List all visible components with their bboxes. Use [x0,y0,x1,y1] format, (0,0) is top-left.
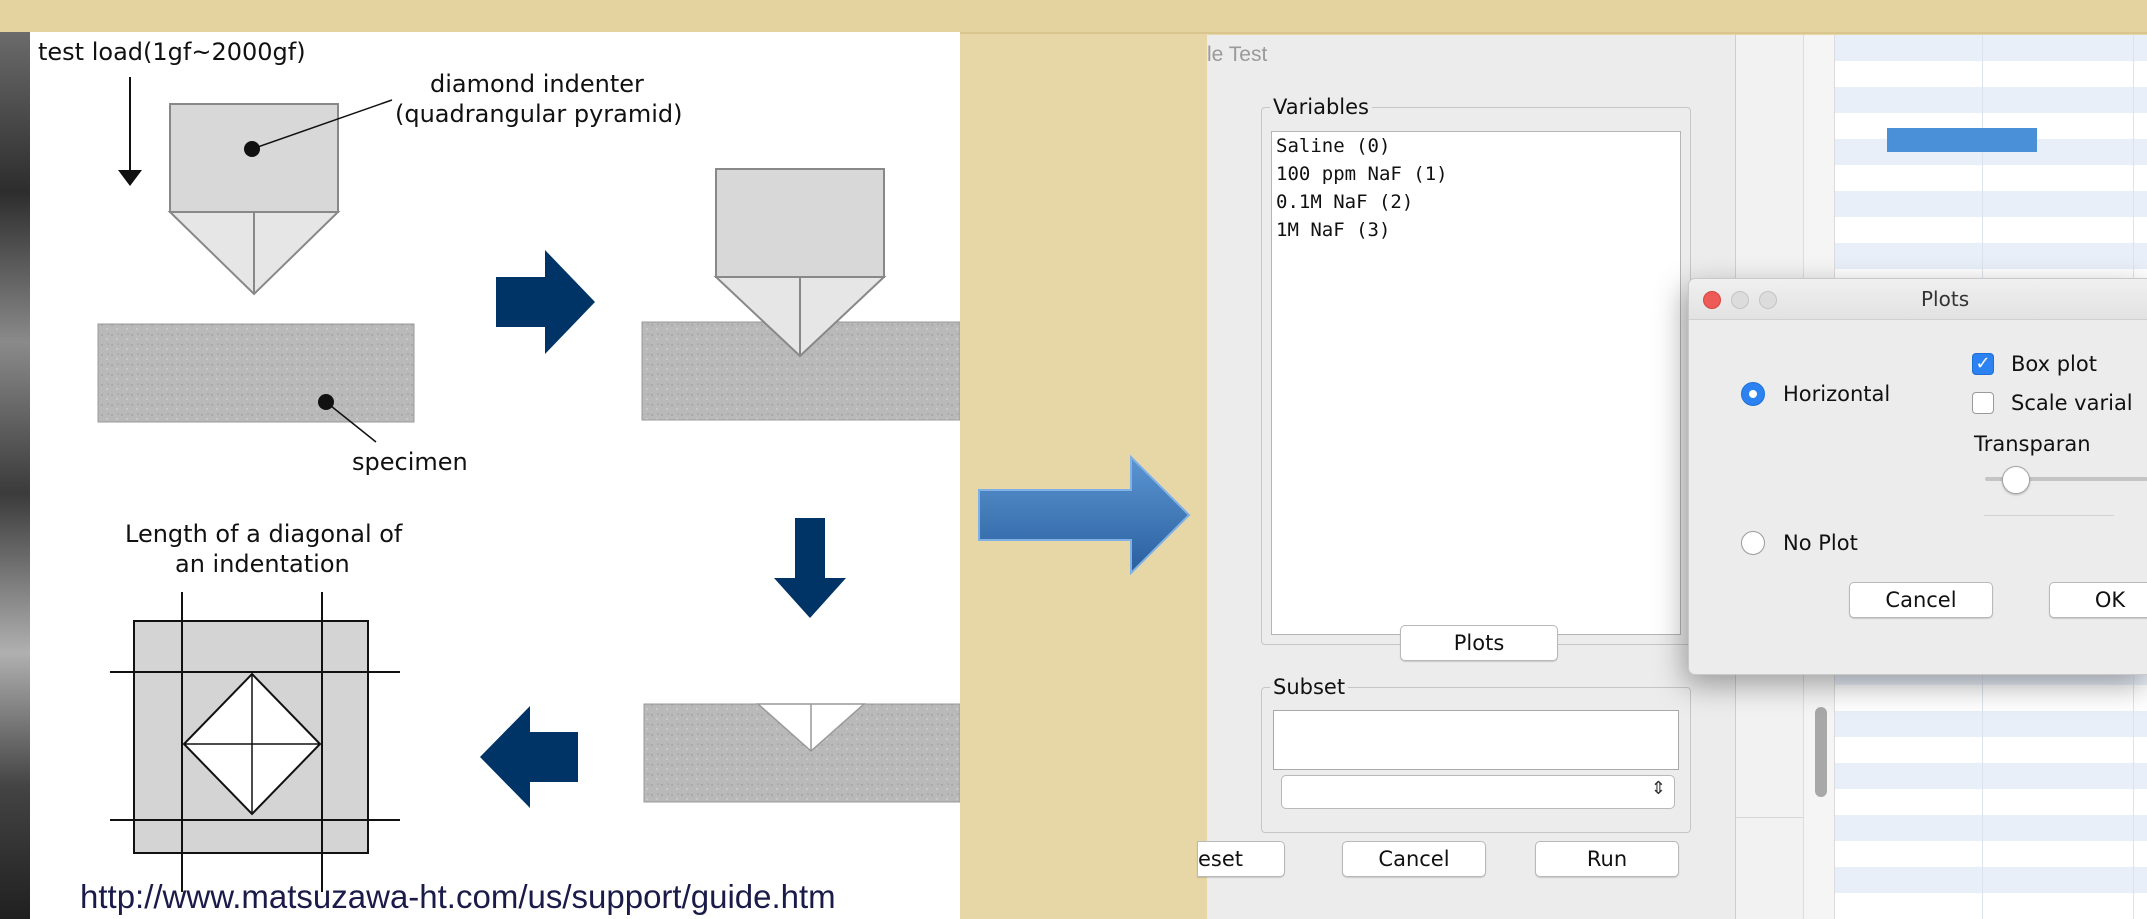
diagram-drawing: test load(1gf~2000gf) diamond indenter (… [38,38,960,892]
box-plot-checkbox[interactable]: ✓ [1972,353,1994,375]
background-photo-strip [0,32,30,919]
load-arrow-head [118,170,142,186]
step-arrow-left [480,706,578,808]
no-plot-label: No Plot [1783,531,1858,555]
step-arrow-right [496,250,595,354]
transition-arrow [978,455,1191,576]
load-label: test load(1gf~2000gf) [38,38,306,66]
transparency-slider-knob[interactable] [2002,466,2030,494]
specimen-block [97,323,415,423]
indenter-label-line1: diamond indenter [430,70,644,98]
top-border [0,0,2147,34]
diagonal-label-line1: Length of a diagonal of [125,520,403,548]
plots-cancel-button[interactable]: Cancel [1849,582,1993,618]
plots-ok-button[interactable]: OK [2049,582,2147,618]
list-item[interactable]: Saline (0) [1272,132,1680,160]
list-item[interactable]: 0.1M NaF (2) [1272,188,1680,216]
scale-checkbox[interactable] [1972,392,1994,414]
horizontal-label: Horizontal [1783,382,1891,406]
reset-button[interactable]: eset [1197,841,1285,877]
sheet-scrollbar-thumb[interactable] [1815,707,1827,797]
cancel-button[interactable]: Cancel [1342,841,1486,877]
indenter-body-pressing [715,168,885,278]
run-button[interactable]: Run [1535,841,1679,877]
plots-dialog-title: Plots [1921,287,1970,311]
chevron-updown-icon: ⇕ [1650,778,1666,799]
variables-legend: Variables [1273,95,1369,119]
plots-dialog: Plots Horizontal ✓ Box plot Scale varial… [1688,278,2147,675]
specimen-label: specimen [352,448,468,476]
vickers-diagram: test load(1gf~2000gf) diamond indenter (… [30,32,960,919]
list-item[interactable]: 100 ppm NaF (1) [1272,160,1680,188]
dialog-title: le Test [1207,43,1268,66]
indenter-label-line2: (quadrangular pyramid) [395,100,683,128]
plots-button[interactable]: Plots [1400,625,1558,661]
scale-label: Scale varial [2011,391,2133,415]
plots-titlebar: Plots [1689,279,2147,320]
transparency-label: Transparan [1974,432,2091,456]
list-item[interactable]: 1M NaF (3) [1272,216,1680,244]
test-dialog: le Test Variables Saline (0) 100 ppm NaF… [1197,35,1736,919]
source-url[interactable]: http://www.matsuzawa-ht.com/us/support/g… [80,878,836,916]
subset-select[interactable]: ⇕ [1281,775,1675,809]
variables-list[interactable]: Saline (0) 100 ppm NaF (1) 0.1M NaF (2) … [1271,131,1681,635]
minimize-icon[interactable] [1731,291,1749,309]
horizontal-radio[interactable] [1741,382,1765,406]
no-plot-radio[interactable] [1741,531,1765,555]
zoom-icon[interactable] [1759,291,1777,309]
step-arrow-down [774,518,846,618]
diagonal-label-line2: an indentation [175,550,350,578]
box-plot-label: Box plot [2011,352,2097,376]
subset-input[interactable] [1273,710,1679,770]
close-icon[interactable] [1703,291,1721,309]
separator [1984,515,2114,516]
subset-legend: Subset [1273,675,1346,699]
sheet-highlight-bar [1887,128,2037,152]
indenter-body [169,103,339,213]
